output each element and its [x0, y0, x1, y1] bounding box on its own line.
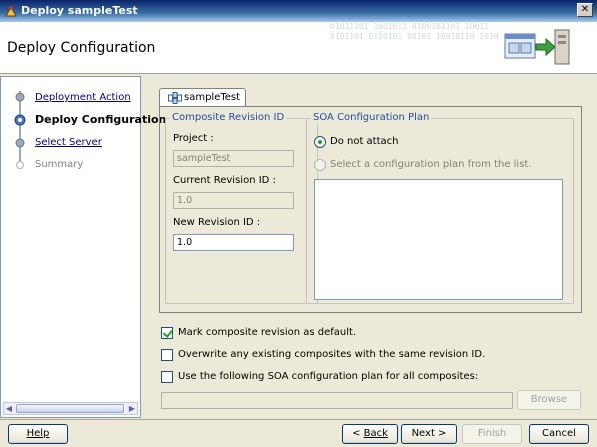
- soa-plan-title: SOA Configuration Plan: [311, 112, 432, 123]
- help-button-label: Help: [26, 428, 50, 439]
- use-plan-label[interactable]: Use the following SOA configuration plan…: [178, 371, 478, 382]
- tab-sampletest[interactable]: sampleTest: [159, 88, 246, 107]
- soa-plan-group: SOA Configuration Plan Do not attach Sel…: [306, 112, 574, 304]
- project-label: Project :: [173, 133, 214, 144]
- step-current-icon: [14, 114, 26, 126]
- composite-revision-group: Composite Revision ID Project : sampleTe…: [165, 112, 318, 304]
- back-button[interactable]: < Back: [342, 424, 398, 444]
- step-done-icon: [15, 138, 25, 148]
- page-title: Deploy Configuration: [7, 40, 156, 56]
- wizard-nav: Deployment Action Deploy Configuration S…: [0, 76, 166, 418]
- close-button[interactable]: ✕: [577, 3, 593, 17]
- current-revision-field: 1.0: [173, 192, 294, 209]
- nav-item-select-server[interactable]: Select Server: [35, 137, 102, 148]
- nav-item-summary: Summary: [35, 159, 84, 170]
- config-plan-list[interactable]: [314, 179, 563, 300]
- current-revision-label: Current Revision ID :: [173, 175, 276, 186]
- binary-decoration: 01011101 1001011 0100101101 10011 010110…: [330, 22, 499, 41]
- wizard-header: Deploy Configuration 01011101 1001011 01…: [0, 22, 597, 74]
- wizard-content: sampleTest Composite Revision ID Project…: [143, 76, 597, 418]
- nav-horizontal-scrollbar[interactable]: ◀ ▶: [3, 402, 138, 415]
- title-bar: Deploy sampleTest ✕: [0, 0, 597, 22]
- window-title: Deploy sampleTest: [21, 4, 138, 17]
- cancel-button[interactable]: Cancel: [529, 424, 589, 444]
- close-icon: ✕: [580, 4, 590, 15]
- composite-revision-title: Composite Revision ID: [170, 112, 287, 123]
- scrollbar-thumb[interactable]: [16, 404, 124, 413]
- nav-item-deployment-action[interactable]: Deployment Action: [35, 92, 131, 103]
- use-plan-checkbox[interactable]: [161, 371, 173, 383]
- browse-button[interactable]: Browse: [517, 390, 581, 410]
- step-done-icon: [15, 92, 25, 102]
- step-pending-icon: [16, 161, 24, 169]
- do-not-attach-radio[interactable]: [314, 136, 326, 148]
- back-button-prefix: <: [352, 428, 364, 439]
- new-revision-label: New Revision ID :: [173, 217, 261, 228]
- select-plan-label[interactable]: Select a configuration plan from the lis…: [330, 159, 532, 170]
- scroll-right-icon[interactable]: ▶: [127, 403, 137, 414]
- mark-default-checkbox[interactable]: [161, 327, 173, 339]
- back-button-label: Back: [363, 428, 388, 439]
- mark-default-label[interactable]: Mark composite revision as default.: [178, 327, 356, 338]
- do-not-attach-label[interactable]: Do not attach: [330, 136, 399, 147]
- tab-panel: Composite Revision ID Project : sampleTe…: [159, 106, 582, 313]
- deploy-header-icon: [504, 29, 570, 65]
- finish-button[interactable]: Finish: [462, 424, 522, 444]
- app-icon: [5, 5, 17, 17]
- overwrite-label[interactable]: Overwrite any existing composites with t…: [178, 349, 485, 360]
- composite-icon: [168, 92, 182, 104]
- overwrite-checkbox[interactable]: [161, 349, 173, 361]
- next-button[interactable]: Next >: [401, 424, 457, 444]
- select-plan-radio[interactable]: [314, 159, 326, 171]
- tab-label: sampleTest: [184, 92, 241, 103]
- scroll-left-icon[interactable]: ◀: [4, 403, 14, 414]
- footer-separator: [0, 419, 597, 420]
- help-button[interactable]: Help: [8, 424, 68, 444]
- plan-path-field: [161, 392, 513, 409]
- project-field: sampleTest: [173, 150, 294, 167]
- new-revision-field[interactable]: 1.0: [173, 234, 294, 251]
